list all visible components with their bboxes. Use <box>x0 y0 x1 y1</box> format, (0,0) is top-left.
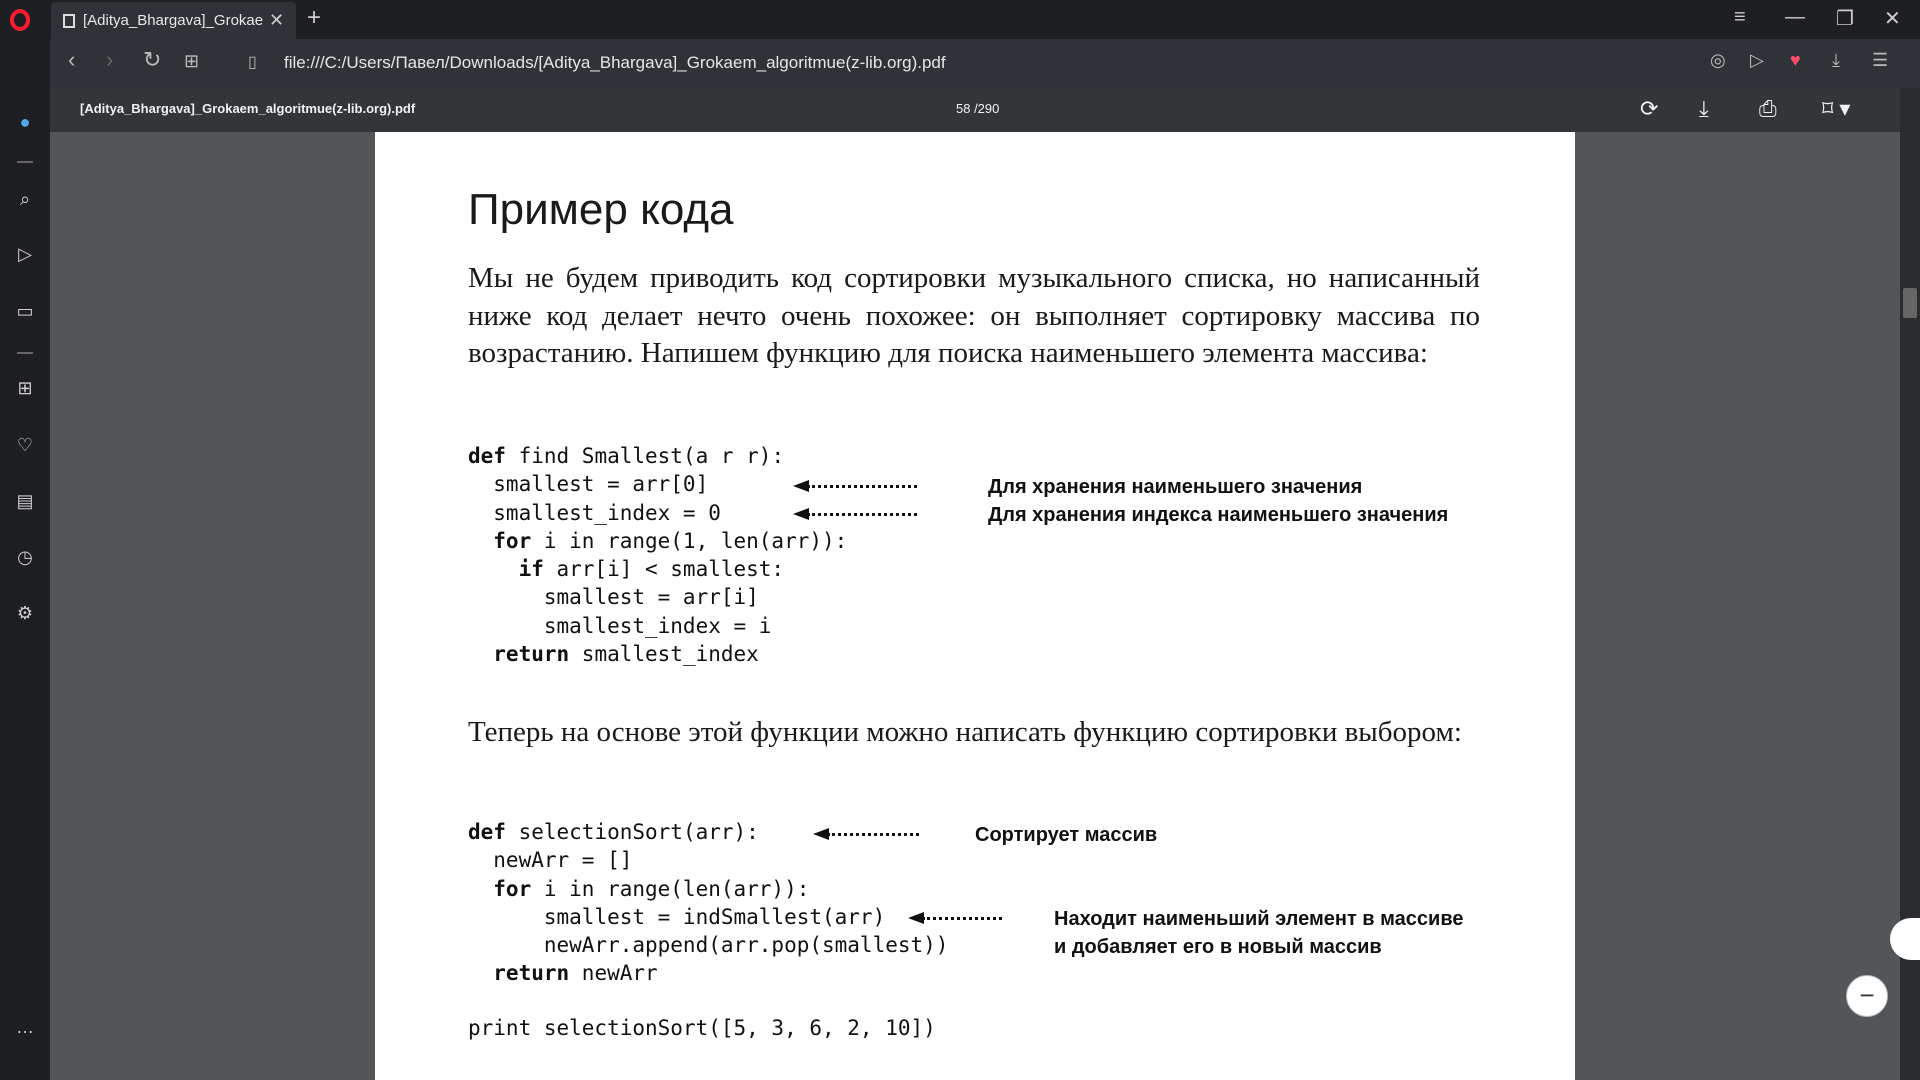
sidebar-separator <box>17 161 33 163</box>
code-text: selectionSort(arr): <box>505 820 759 844</box>
minimize-icon[interactable]: — <box>1785 6 1805 29</box>
code-line: return newArr <box>468 959 948 987</box>
arrow-annotation-3 <box>813 828 919 840</box>
code-line: smallest_index = 0 <box>468 499 847 527</box>
code-keyword: return <box>468 961 570 986</box>
new-tab-button[interactable]: + <box>307 4 321 32</box>
url-input[interactable]: file:///C:/Users/Павел/Downloads/[Aditya… <box>284 53 946 73</box>
arrow-annotation-2 <box>793 508 917 520</box>
telegram-icon[interactable]: ● <box>13 112 37 133</box>
code-text: smallest_index = i <box>468 613 772 638</box>
snapshot-icon[interactable]: ◎ <box>1710 50 1726 71</box>
tab-title: [Aditya_Bhargava]_Grokaem_algoritmue(z-l… <box>83 12 263 29</box>
tab-bar: [Aditya_Bhargava]_Grokaem_algoritmue(z-l… <box>0 0 1920 39</box>
code-text: newArr = [] <box>468 848 633 873</box>
code-keyword: def <box>468 444 506 468</box>
speed-dial-icon[interactable]: ⊞ <box>13 378 37 399</box>
tabs-grid-icon[interactable]: ⊞ <box>184 51 199 72</box>
code-keyword: if <box>468 557 544 582</box>
side-panel-toggle[interactable] <box>1890 918 1920 960</box>
code-block-find-smallest: def find Smallest(a r r): smallest = arr… <box>468 442 847 668</box>
code-keyword: def <box>468 820 506 844</box>
pdf-toolbar: [Aditya_Bhargava]_Grokaem_algoritmue(z-l… <box>50 88 1900 132</box>
code-text: find Smallest(a r r): <box>505 444 785 468</box>
search-icon[interactable]: ⌕ <box>13 189 37 210</box>
sidebar-separator <box>17 352 33 354</box>
annotation-smallest-index: Для хранения индекса наименьшего значени… <box>988 504 1449 526</box>
paragraph-1: Мы не будем приводить код сортировки муз… <box>468 262 1480 369</box>
pdf-file-name: [Aditya_Bhargava]_Grokaem_algoritmue(z-l… <box>80 101 416 116</box>
settings-icon[interactable]: ⚙ <box>13 603 37 624</box>
code-line: smallest = arr[i] <box>468 583 847 611</box>
send-icon[interactable]: ▷ <box>1750 50 1764 71</box>
back-icon[interactable]: ‹ <box>68 47 75 73</box>
scroll-thumb[interactable] <box>1903 288 1917 318</box>
code-line: return smallest_index <box>468 640 847 668</box>
code-text: i in range(len(arr)): <box>531 876 810 901</box>
sidebar: ● ⌕ ▷ ▭ ⊞ ♡ ▤ ◷ ⚙ … <box>0 39 50 1080</box>
code-text: smallest = indSmallest(arr) <box>468 904 886 929</box>
history-icon[interactable]: ◷ <box>13 547 37 568</box>
more-icon[interactable]: … <box>13 1017 37 1038</box>
code-keyword: return <box>468 642 570 667</box>
forward-icon[interactable]: › <box>106 47 113 73</box>
code-print-line: print selectionSort([5, 3, 6, 2, 10]) <box>468 1016 936 1040</box>
code-text: smallest = arr[0] <box>468 472 709 497</box>
download-icon[interactable]: ⤓ <box>1699 96 1709 122</box>
reload-icon[interactable]: ↻ <box>143 47 161 73</box>
flow-icon[interactable]: ▷ <box>13 244 37 265</box>
bookmarks-heart-icon[interactable]: ♡ <box>13 435 37 456</box>
code-text: newArr.append(arr.pop(smallest)) <box>468 933 949 958</box>
code-keyword: for <box>468 528 532 553</box>
opera-logo[interactable] <box>10 9 30 31</box>
wallet-icon[interactable]: ▭ <box>13 301 37 322</box>
arrow-annotation-4 <box>908 912 1002 924</box>
window-close-icon[interactable]: ✕ <box>1884 6 1901 31</box>
code-line: for i in range(1, len(arr)): <box>468 527 847 555</box>
close-tab-icon[interactable]: ✕ <box>269 10 284 31</box>
code-text: smallest_index = 0 <box>468 500 721 525</box>
rotate-icon[interactable]: ⟳ <box>1640 96 1658 122</box>
code-line: def find Smallest(a r r): <box>468 442 847 470</box>
address-bar: ‹ › ↻ ⊞ ▯ file:///C:/Users/Павел/Downloa… <box>50 39 1920 88</box>
arrow-annotation-1 <box>793 480 917 492</box>
news-icon[interactable]: ▤ <box>13 491 37 512</box>
annotation-sorts-array: Сортирует массив <box>975 824 1158 846</box>
page-indicator[interactable]: 58 /290 <box>956 101 999 116</box>
code-block-selection-sort: def selectionSort(arr): newArr = [] for … <box>468 818 948 988</box>
code-line: newArr.append(arr.pop(smallest)) <box>468 931 949 959</box>
code-line: smallest_index = i <box>468 612 847 640</box>
annotation-adds-to-new-array: и добавляет его в новый массив <box>1054 936 1382 958</box>
code-text: smallest = arr[i] <box>468 585 759 610</box>
code-text: newArr <box>569 961 658 986</box>
page-info-icon[interactable]: ▯ <box>248 52 257 72</box>
code-text: smallest_index <box>569 642 759 667</box>
code-line: if arr[i] < smallest: <box>468 555 847 583</box>
tab-active[interactable]: [Aditya_Bhargava]_Grokaem_algoritmue(z-l… <box>51 2 296 39</box>
tab-menu-icon[interactable]: ≡ <box>1734 6 1746 29</box>
annotation-finds-smallest: Находит наименьший элемент в массиве <box>1054 908 1464 930</box>
downloads-icon[interactable]: ⤓ <box>1832 50 1840 71</box>
restore-icon[interactable]: ❐ <box>1836 6 1854 31</box>
code-text: i in range(1, len(arr)): <box>531 528 848 553</box>
zoom-out-button[interactable]: − <box>1846 975 1888 1017</box>
code-line: newArr = [] <box>468 846 948 874</box>
code-text: arr[i] < smallest: <box>543 557 785 582</box>
print-icon[interactable]: ⎙ <box>1759 96 1777 122</box>
code-line: for i in range(len(arr)): <box>468 875 948 903</box>
document-icon <box>63 13 75 28</box>
code-keyword: for <box>468 876 532 901</box>
paragraph-2: Теперь на основе этой функции можно напи… <box>468 716 1462 748</box>
easy-setup-icon[interactable]: ☰ <box>1872 50 1888 71</box>
annotation-smallest-value: Для хранения наименьшего значения <box>988 476 1363 498</box>
bookmark-icon[interactable]: ⌑ ▾ <box>1822 96 1850 122</box>
page-heading: Пример кода <box>468 185 734 234</box>
code-line: smallest = indSmallest(arr) <box>468 903 948 931</box>
code-line: smallest = arr[0] <box>468 470 847 498</box>
pdf-page: Пример кода Мы не будем приводить код со… <box>375 132 1575 1080</box>
heart-icon[interactable]: ♥ <box>1790 50 1801 71</box>
